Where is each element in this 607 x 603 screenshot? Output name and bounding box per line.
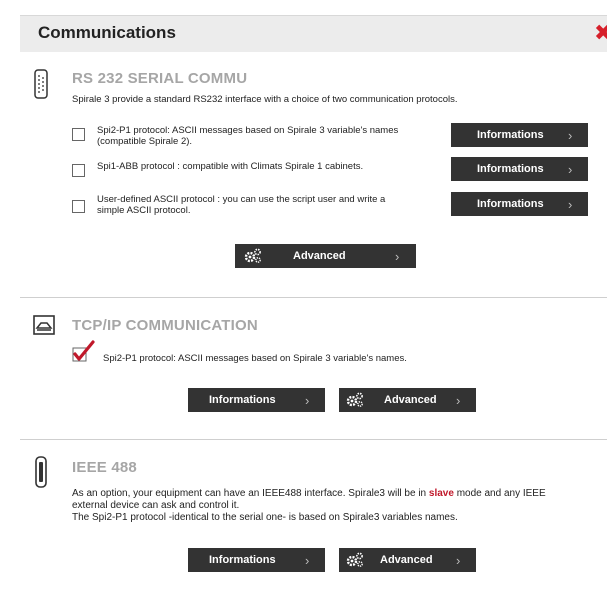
ieee-title: IEEE 488 (72, 459, 137, 476)
gears-icon (346, 552, 363, 567)
chevron-right-icon: › (456, 553, 461, 568)
checkbox-checked-icon[interactable] (72, 340, 96, 364)
network-icon (33, 315, 55, 335)
chevron-right-icon: › (568, 128, 573, 143)
serial-port-icon (34, 69, 48, 99)
ieee-connector-icon (35, 456, 47, 488)
ieee-advanced-button[interactable]: Advanced › (339, 548, 476, 572)
chevron-right-icon: › (456, 393, 461, 408)
rs232-option-1-informations-button[interactable]: Informations › (451, 123, 588, 147)
rs232-advanced-button[interactable]: Advanced › (235, 244, 416, 268)
gears-icon (244, 248, 261, 263)
close-icon[interactable]: ✖ (594, 20, 607, 46)
rs232-option-3-checkbox[interactable] (72, 200, 85, 213)
chevron-right-icon: › (568, 162, 573, 177)
chevron-right-icon: › (305, 553, 310, 568)
rs232-option-2-label: Spi1-ABB protocol : compatible with Clim… (97, 161, 364, 172)
ieee-informations-button[interactable]: Informations › (188, 548, 325, 572)
chevron-right-icon: › (305, 393, 310, 408)
section-divider (20, 297, 607, 298)
chevron-right-icon: › (395, 249, 400, 264)
tcpip-option-label: Spi2-P1 protocol: ASCII messages based o… (103, 353, 407, 364)
rs232-description: Spirale 3 provide a standard RS232 inter… (72, 94, 458, 105)
rs232-option-3-informations-button[interactable]: Informations › (451, 192, 588, 216)
chevron-right-icon: › (568, 197, 573, 212)
rs232-option-2-informations-button[interactable]: Informations › (451, 157, 588, 181)
tcpip-advanced-button[interactable]: Advanced › (339, 388, 476, 412)
tcpip-informations-button[interactable]: Informations › (188, 388, 325, 412)
dialog-header: Communications ✖ (20, 15, 607, 52)
rs232-option-2-checkbox[interactable] (72, 164, 85, 177)
dialog-title: Communications (38, 23, 176, 42)
rs232-option-3-label: User-defined ASCII protocol : you can us… (97, 194, 386, 216)
gears-icon (346, 392, 363, 407)
tcpip-title: TCP/IP COMMUNICATION (72, 317, 258, 334)
ieee-description: As an option, your equipment can have an… (72, 488, 546, 523)
rs232-option-1-label: Spi2-P1 protocol: ASCII messages based o… (97, 125, 399, 147)
section-divider (20, 439, 607, 440)
rs232-title: RS 232 SERIAL COMMU (72, 70, 248, 87)
rs232-option-1-checkbox[interactable] (72, 128, 85, 141)
